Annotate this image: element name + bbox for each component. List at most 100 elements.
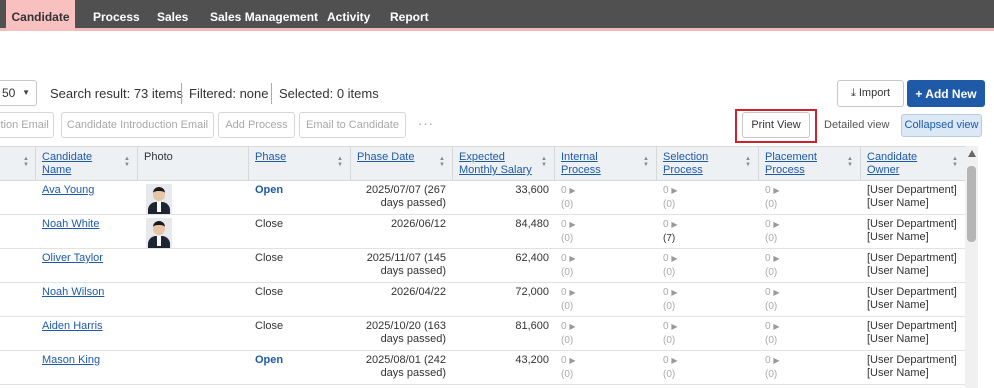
internal-process-cell[interactable]: 0 ▶ (0) (561, 354, 576, 388)
placement-process-cell[interactable]: 0 ▶ (0) (765, 286, 780, 320)
header-phase[interactable]: Phase ▲ ▼ (248, 147, 350, 182)
placement-process-cell[interactable]: 0 ▶ (0) (765, 218, 780, 252)
sort-icon[interactable]: ▲ ▼ (847, 156, 853, 168)
table-row[interactable]: Aiden Harris Close 2025/10/20 (163 days pas… (0, 317, 965, 351)
table-row[interactable]: Mason King Open 2025/08/01 (242 days passed… (0, 351, 965, 385)
download-icon: ⤓ (850, 87, 856, 99)
placement-process-cell[interactable]: 0 ▶ (0) (765, 354, 780, 388)
tab-sales-management[interactable]: Sales Management (210, 0, 318, 31)
header-label: Candidate Name (42, 151, 93, 176)
play-icon[interactable]: ▶ (773, 322, 779, 331)
play-icon[interactable]: ▶ (569, 322, 575, 331)
play-icon[interactable]: ▶ (569, 288, 575, 297)
tab-sales[interactable]: Sales (157, 0, 188, 31)
tab-activity[interactable]: Activity (327, 0, 370, 31)
more-actions-icon[interactable]: ··· (418, 116, 434, 131)
play-icon[interactable]: ▶ (671, 254, 677, 263)
play-icon[interactable]: ▶ (773, 186, 779, 195)
email-to-candidate-button[interactable]: Email to Candidate (299, 112, 406, 138)
sort-icon[interactable]: ▲ ▼ (23, 156, 29, 168)
sort-icon[interactable]: ▲ ▼ (124, 156, 130, 168)
candidate-name-link[interactable]: Ava Young (42, 184, 94, 218)
play-icon[interactable]: ▶ (773, 220, 779, 229)
import-button[interactable]: ⤓ Import (837, 80, 904, 107)
process-subcount: (0) (561, 233, 574, 244)
internal-process-cell[interactable]: 0 ▶ (0) (561, 218, 576, 252)
candidate-name-link[interactable]: Noah Wilson (42, 286, 104, 320)
header-expected-salary[interactable]: Expected Monthly Salary ▲ ▼ (452, 147, 554, 182)
candidate-introduction-email-button[interactable]: Candidate Introduction Email (61, 112, 214, 138)
candidate-name-link[interactable]: Mason King (42, 354, 100, 388)
header-candidate-owner[interactable]: Candidate Owner ▲ ▼ (860, 147, 965, 182)
introduction-email-button[interactable]: ction Email (0, 112, 54, 138)
sort-icon[interactable]: ▲ ▼ (745, 156, 751, 168)
table-row[interactable]: Oliver Taylor Close 2025/11/07 (145 days pa… (0, 249, 965, 283)
add-new-button[interactable]: + Add New (907, 80, 985, 107)
tab-candidate[interactable]: Candidate (6, 0, 75, 31)
process-count: 0 (561, 355, 567, 366)
vertical-scrollbar[interactable] (965, 146, 978, 388)
candidate-name-link[interactable]: Noah White (42, 218, 99, 252)
header-phase-date[interactable]: Phase Date ▲ ▼ (350, 147, 452, 182)
selection-process-cell[interactable]: 0 ▶ (0) (663, 320, 678, 354)
play-icon[interactable]: ▶ (773, 288, 779, 297)
table-row[interactable]: Noah Wilson Close 2026/04/22 72,000 0 ▶ (0) 0 … (0, 283, 965, 317)
table-row[interactable]: Noah White Close 2026/06/12 84,480 0 ▶ (0) 0 ▶… (0, 215, 965, 249)
table-row[interactable]: Ava Young Open 2025/07/07 (267 days passed)… (0, 181, 965, 215)
internal-process-cell[interactable]: 0 ▶ (0) (561, 252, 576, 286)
selected-count: Selected: 0 items (279, 86, 379, 101)
play-icon[interactable]: ▶ (671, 356, 677, 365)
selection-process-cell[interactable]: 0 ▶ (0) (663, 354, 678, 388)
tab-process[interactable]: Process (93, 0, 140, 31)
header-internal-process[interactable]: Internal Process ▲ ▼ (554, 147, 656, 182)
internal-process-cell[interactable]: 0 ▶ (0) (561, 286, 576, 320)
print-view-button[interactable]: Print View (742, 112, 810, 138)
header-candidate-name[interactable]: Candidate Name ▲ ▼ (35, 147, 137, 182)
play-icon[interactable]: ▶ (671, 186, 677, 195)
header-selection-process[interactable]: Selection Process ▲ ▼ (656, 147, 758, 182)
sort-icon[interactable]: ▲ ▼ (541, 156, 547, 168)
selection-process-cell[interactable]: 0 ▶ (0) (663, 252, 678, 286)
play-icon[interactable]: ▶ (671, 322, 677, 331)
sort-icon[interactable]: ▲ ▼ (952, 156, 958, 168)
play-icon[interactable]: ▶ (569, 356, 575, 365)
sort-icon[interactable]: ▲ ▼ (337, 156, 343, 168)
add-process-button[interactable]: Add Process (218, 112, 295, 138)
internal-process-cell[interactable]: 0 ▶ (0) (561, 320, 576, 354)
process-subcount: (0) (561, 301, 574, 312)
header-photo: Photo (137, 147, 248, 182)
tab-report[interactable]: Report (390, 0, 429, 31)
process-count: 0 (765, 287, 771, 298)
scroll-up-icon[interactable] (968, 150, 976, 157)
selection-process-cell[interactable]: 0 ▶ (0) (663, 184, 678, 218)
header-label: Placement Process (765, 151, 817, 176)
per-page-value: 50 (2, 86, 16, 100)
process-count: 0 (561, 321, 567, 332)
sort-icon[interactable]: ▲ ▼ (643, 156, 649, 168)
detailed-view-toggle[interactable]: Detailed view (824, 119, 889, 131)
placement-process-cell[interactable]: 0 ▶ (0) (765, 320, 780, 354)
scroll-thumb[interactable] (967, 166, 976, 242)
process-subcount: (0) (663, 199, 676, 210)
play-icon[interactable]: ▶ (569, 254, 575, 263)
play-icon[interactable]: ▶ (671, 288, 677, 297)
per-page-select[interactable]: 50 ▼ (0, 80, 37, 106)
placement-process-cell[interactable]: 0 ▶ (0) (765, 252, 780, 286)
collapsed-view-toggle[interactable]: Collapsed view (901, 114, 982, 137)
selection-process-cell[interactable]: 0 ▶ (7) (663, 218, 678, 252)
play-icon[interactable]: ▶ (773, 254, 779, 263)
play-icon[interactable]: ▶ (671, 220, 677, 229)
divider (271, 83, 272, 104)
candidate-name-link[interactable]: Oliver Taylor (42, 252, 103, 286)
selection-process-cell[interactable]: 0 ▶ (0) (663, 286, 678, 320)
placement-process-cell[interactable]: 0 ▶ (0) (765, 184, 780, 218)
header-placement-process[interactable]: Placement Process ▲ ▼ (758, 147, 860, 182)
header-label: Phase Date (357, 151, 415, 163)
candidate-name-link[interactable]: Aiden Harris (42, 320, 103, 354)
sort-icon[interactable]: ▲ ▼ (439, 156, 445, 168)
play-icon[interactable]: ▶ (773, 356, 779, 365)
play-icon[interactable]: ▶ (569, 220, 575, 229)
top-nav: Candidate Process Sales Sales Management… (0, 0, 994, 31)
internal-process-cell[interactable]: 0 ▶ (0) (561, 184, 576, 218)
play-icon[interactable]: ▶ (569, 186, 575, 195)
